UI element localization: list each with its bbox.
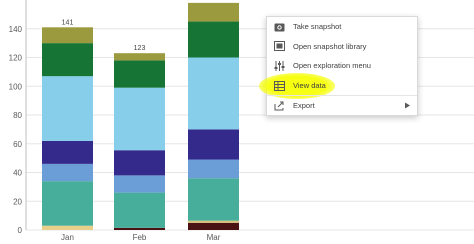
y-tick-label: 0	[18, 226, 23, 235]
bar-segment[interactable]	[114, 53, 165, 61]
bar-total-label: 141	[62, 19, 74, 26]
bar-segment[interactable]	[42, 76, 93, 141]
bar-segment[interactable]	[188, 220, 239, 223]
bar-segment[interactable]	[114, 227, 165, 230]
bar-segment[interactable]	[42, 181, 93, 226]
bar-segment[interactable]	[42, 140, 93, 164]
y-tick-label: 40	[13, 169, 22, 178]
bar-segment[interactable]	[188, 222, 239, 230]
menu-item-label: Export	[293, 101, 315, 111]
export-icon	[273, 100, 285, 112]
bar-segment[interactable]	[188, 129, 239, 160]
menu-item-view-data[interactable]: View data	[259, 72, 417, 99]
y-tick-label: 20	[13, 197, 22, 206]
x-tick-label: Feb	[133, 233, 147, 242]
bar-segment[interactable]	[114, 87, 165, 151]
bar-segment[interactable]	[42, 225, 93, 230]
bar-total-label: 158	[208, 0, 220, 2]
menu-item-export[interactable]: Export	[267, 95, 417, 115]
bar-segment[interactable]	[114, 192, 165, 228]
x-tick-label: Jan	[61, 233, 74, 242]
bar-segment[interactable]	[188, 178, 239, 221]
exploration-menu-icon	[273, 60, 285, 72]
y-tick-label: 80	[13, 111, 22, 120]
menu-item-label: Open exploration menu	[293, 61, 371, 71]
bar-segment[interactable]	[188, 57, 239, 130]
table-icon	[273, 80, 285, 92]
menu-item-label: Take snapshot	[293, 22, 342, 32]
bar-segment[interactable]	[188, 2, 239, 22]
bar-segment[interactable]	[188, 21, 239, 58]
menu-item-open-snapshot-library[interactable]: Open snapshot library	[267, 37, 417, 57]
app-stage: 0 20 40 60 80 100 120 140 141 Jan 123 Feb 158 Mar Tak…	[0, 0, 474, 244]
bar-segment[interactable]	[42, 43, 93, 77]
menu-item-label: View data	[293, 81, 326, 91]
bar-segment[interactable]	[42, 27, 93, 44]
bar-segment[interactable]	[188, 159, 239, 179]
bar-segment[interactable]	[114, 150, 165, 176]
y-tick-label: 140	[9, 25, 23, 34]
x-tick-label: Mar	[207, 233, 221, 242]
snapshot-library-icon	[273, 40, 285, 52]
camera-icon	[273, 21, 285, 33]
bar-segment[interactable]	[114, 175, 165, 193]
bar-segment[interactable]	[114, 60, 165, 88]
context-menu: Take snapshot Open snapshot library Open…	[259, 16, 418, 116]
bar-total-label: 123	[134, 45, 146, 52]
y-tick-label: 100	[9, 82, 23, 91]
chevron-right-icon	[405, 101, 410, 110]
menu-item-take-snapshot[interactable]: Take snapshot	[267, 17, 417, 37]
bar-segment[interactable]	[42, 163, 93, 182]
menu-item-label: Open snapshot library	[293, 41, 367, 51]
y-tick-label: 120	[9, 54, 23, 63]
y-tick-label: 60	[13, 140, 22, 149]
